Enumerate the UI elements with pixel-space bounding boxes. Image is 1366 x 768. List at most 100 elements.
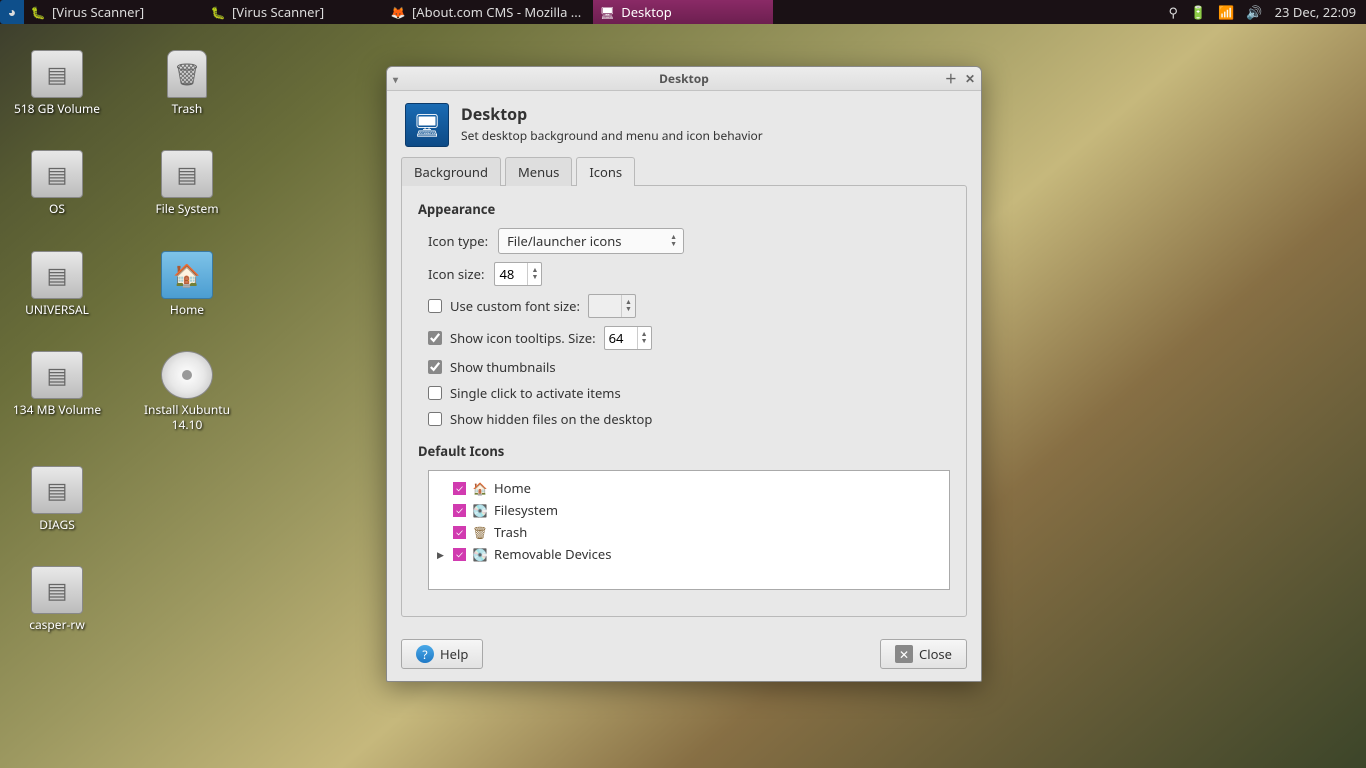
- trash-icon: 🗑: [472, 525, 488, 539]
- help-button[interactable]: ? Help: [401, 639, 483, 669]
- window-close-icon[interactable]: ✕: [965, 70, 975, 87]
- item-label: Removable Devices: [494, 545, 611, 563]
- desktop-icon-diags[interactable]: ▤ DIAGS: [12, 466, 102, 532]
- checked-checkbox-icon[interactable]: ✓: [453, 504, 466, 517]
- icon-size-field[interactable]: ▲▼: [494, 262, 542, 286]
- window-minimize-icon[interactable]: ＋: [945, 70, 957, 87]
- cd-icon: [161, 351, 213, 399]
- default-icon-item-removable[interactable]: ▶ ✓ 💽 Removable Devices: [437, 543, 941, 565]
- taskbar-item-firefox[interactable]: 🦊 [About.com CMS - Mozilla ...: [384, 0, 593, 24]
- desktop-icon-volume-518gb[interactable]: ▤ 518 GB Volume: [12, 50, 102, 116]
- wifi-icon[interactable]: 📶: [1218, 3, 1234, 21]
- close-icon: ✕: [895, 645, 913, 663]
- expander-icon[interactable]: ▶: [437, 548, 447, 561]
- custom-font-field: ▲▼: [588, 294, 636, 318]
- window-titlebar[interactable]: ▾ Desktop ＋ ✕: [387, 67, 981, 91]
- icon-type-value: File/launcher icons: [507, 232, 621, 250]
- thumbnails-label: Show thumbnails: [450, 358, 556, 376]
- hidden-files-label: Show hidden files on the desktop: [450, 410, 652, 428]
- tab-icons-panel: Appearance Icon type: File/launcher icon…: [401, 185, 967, 617]
- icon-label: Home: [170, 303, 204, 317]
- icon-label: UNIVERSAL: [25, 303, 89, 317]
- icon-label: OS: [49, 202, 65, 216]
- desktop-icon-home[interactable]: 🏠 Home: [142, 251, 232, 317]
- header-title: Desktop: [461, 103, 763, 125]
- trash-icon: 🗑: [167, 50, 207, 98]
- desktop-settings-icon: 🖥: [599, 4, 615, 20]
- home-icon: 🏠: [472, 481, 488, 495]
- spin-icon[interactable]: ▲▼: [637, 327, 651, 349]
- clock[interactable]: 23 Dec, 22:09: [1275, 3, 1356, 21]
- hidden-files-checkbox[interactable]: [428, 412, 442, 426]
- spin-icon: ▲▼: [621, 295, 635, 317]
- drive-icon: ▤: [31, 251, 83, 299]
- checked-checkbox-icon[interactable]: ✓: [453, 526, 466, 539]
- taskbar-item-virus-scanner-2[interactable]: 🐛 [Virus Scanner]: [204, 0, 384, 24]
- checked-checkbox-icon[interactable]: ✓: [453, 482, 466, 495]
- section-default-icons-title: Default Icons: [418, 442, 950, 460]
- tab-icons[interactable]: Icons: [576, 157, 635, 186]
- tooltips-size-input[interactable]: [605, 327, 637, 349]
- desktop-icon-volume-134mb[interactable]: ▤ 134 MB Volume: [12, 351, 102, 432]
- help-button-label: Help: [440, 645, 468, 663]
- start-menu-button[interactable]: ◕: [0, 0, 24, 24]
- taskbar-item-virus-scanner-1[interactable]: 🐛 [Virus Scanner]: [24, 0, 204, 24]
- custom-font-checkbox[interactable]: [428, 299, 442, 313]
- icon-label: File System: [155, 202, 218, 216]
- desktop-header-icon: 🖥: [405, 103, 449, 147]
- firefox-icon: 🦊: [390, 4, 406, 20]
- window-header: 🖥 Desktop Set desktop background and men…: [387, 91, 981, 155]
- tooltips-checkbox[interactable]: [428, 331, 442, 345]
- window-menu-dropdown-icon[interactable]: ▾: [393, 72, 398, 86]
- volume-icon[interactable]: 🔊: [1246, 3, 1262, 21]
- app-icon: 🐛: [30, 4, 46, 20]
- desktop-icon-filesystem[interactable]: ▤ File System: [142, 150, 232, 216]
- default-icon-item-filesystem[interactable]: ✓ 💽 Filesystem: [437, 499, 941, 521]
- taskbar-item-desktop[interactable]: 🖥 Desktop: [593, 0, 773, 24]
- combo-spin-icon: ▲▼: [670, 234, 677, 248]
- desktop-icon-universal[interactable]: ▤ UNIVERSAL: [12, 251, 102, 317]
- window-footer: ? Help ✕ Close: [387, 631, 981, 681]
- drive-icon: ▤: [31, 566, 83, 614]
- default-icons-list[interactable]: ✓ 🏠 Home ✓ 💽 Filesystem ✓ 🗑 Trash ▶ ✓ 💽: [428, 470, 950, 590]
- desktop-settings-window: ▾ Desktop ＋ ✕ 🖥 Desktop Set desktop back…: [386, 66, 982, 682]
- close-button-label: Close: [919, 645, 952, 663]
- desktop-icon-os[interactable]: ▤ OS: [12, 150, 102, 216]
- icon-size-label: Icon size:: [428, 265, 484, 283]
- item-label: Home: [494, 479, 531, 497]
- icon-label: 518 GB Volume: [14, 102, 100, 116]
- icon-type-combo[interactable]: File/launcher icons ▲▼: [498, 228, 684, 254]
- icon-label: Install Xubuntu 14.10: [142, 403, 232, 432]
- icon-label: 134 MB Volume: [13, 403, 101, 417]
- default-icon-item-home[interactable]: ✓ 🏠 Home: [437, 477, 941, 499]
- top-panel: ◕ 🐛 [Virus Scanner] 🐛 [Virus Scanner] 🦊 …: [0, 0, 1366, 24]
- thumbnails-checkbox[interactable]: [428, 360, 442, 374]
- help-icon: ?: [416, 645, 434, 663]
- drive-icon: ▤: [31, 50, 83, 98]
- checked-checkbox-icon[interactable]: ✓: [453, 548, 466, 561]
- spin-icon[interactable]: ▲▼: [527, 263, 541, 285]
- taskbar-label: [Virus Scanner]: [52, 3, 144, 21]
- taskbar-label: [Virus Scanner]: [232, 3, 324, 21]
- section-appearance-title: Appearance: [418, 200, 950, 218]
- default-icon-item-trash[interactable]: ✓ 🗑 Trash: [437, 521, 941, 543]
- desktop-icon-installer[interactable]: Install Xubuntu 14.10: [142, 351, 232, 432]
- drive-icon: ▤: [31, 466, 83, 514]
- tab-menus[interactable]: Menus: [505, 157, 572, 186]
- battery-icon[interactable]: 🔋: [1190, 3, 1206, 21]
- bluetooth-icon[interactable]: ⚲: [1169, 3, 1179, 21]
- single-click-checkbox[interactable]: [428, 386, 442, 400]
- desktop-icon-casper-rw[interactable]: ▤ casper-rw: [12, 566, 102, 632]
- close-button[interactable]: ✕ Close: [880, 639, 967, 669]
- icon-type-label: Icon type:: [428, 232, 488, 250]
- drive-icon: 💽: [472, 503, 488, 517]
- item-label: Filesystem: [494, 501, 558, 519]
- tab-background[interactable]: Background: [401, 157, 501, 186]
- desktop-icon-trash[interactable]: 🗑 Trash: [142, 50, 232, 116]
- tooltips-size-field[interactable]: ▲▼: [604, 326, 652, 350]
- custom-font-input: [589, 295, 621, 317]
- icon-size-input[interactable]: [495, 263, 527, 285]
- icon-label: Trash: [172, 102, 203, 116]
- header-subtitle: Set desktop background and menu and icon…: [461, 127, 763, 144]
- desktop-icons-grid: ▤ 518 GB Volume 🗑 Trash ▤ OS ▤ File Syst…: [12, 50, 232, 633]
